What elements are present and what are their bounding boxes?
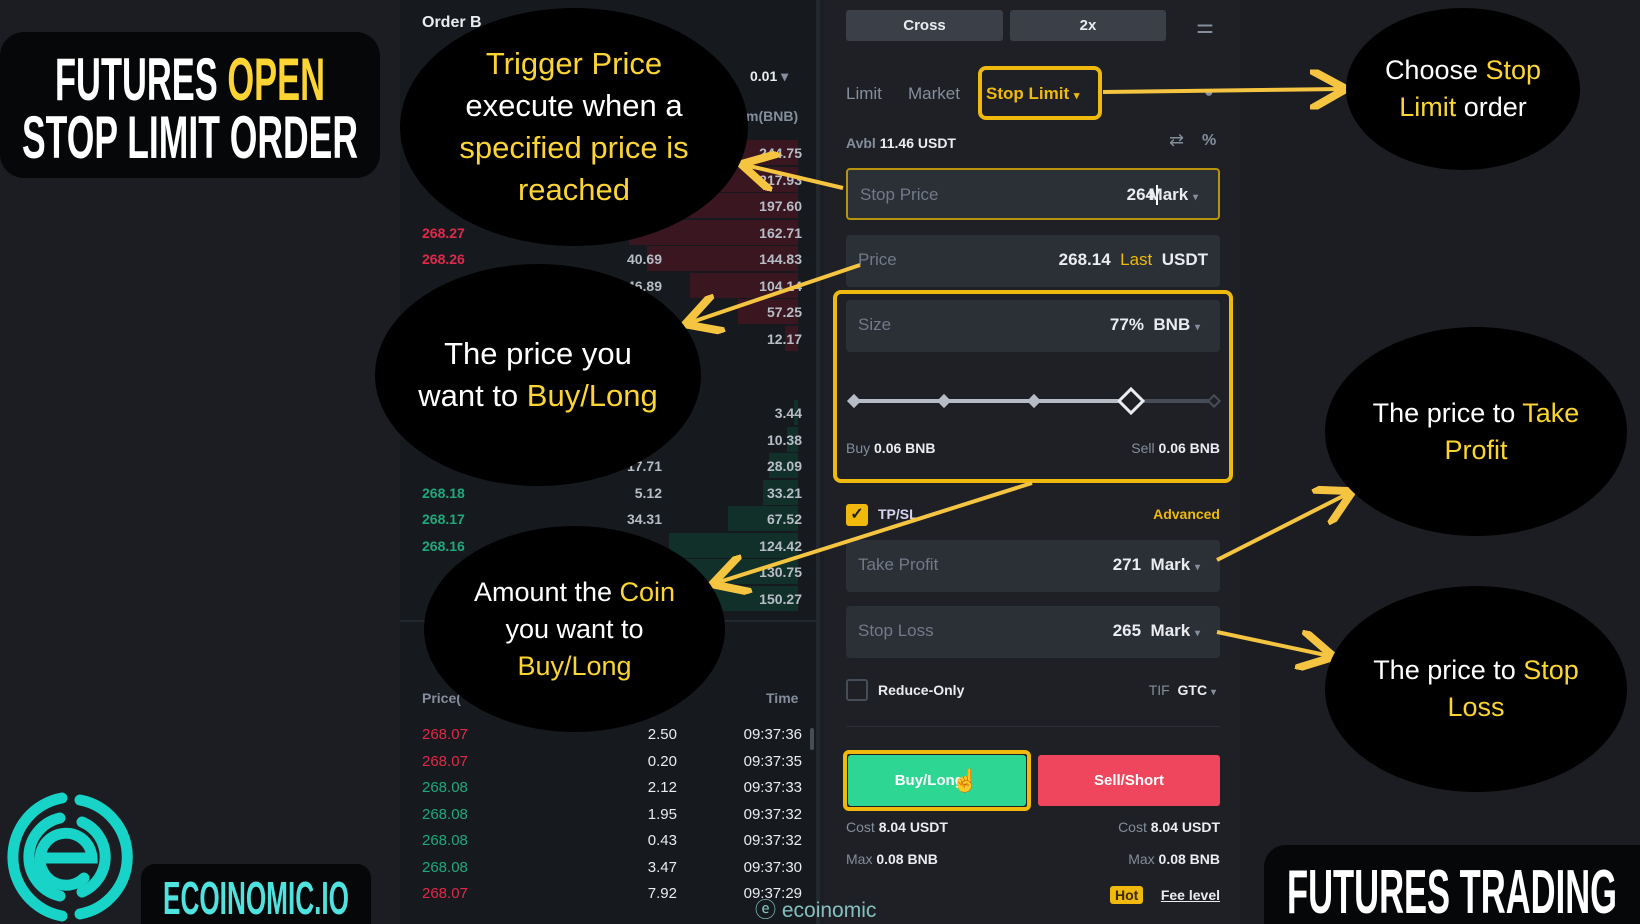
arrow-amount <box>716 481 1033 583</box>
callout-amount: Amount the Coin you want to Buy/Long <box>424 526 725 732</box>
callout-choose-stop-limit: Choose Stop Limit order <box>1346 8 1580 170</box>
ecoinomic-logo-icon <box>7 792 133 922</box>
callout-text: The price to <box>1373 655 1524 685</box>
callout-take-profit: The price to Take Profit <box>1325 327 1627 536</box>
arrow-stop-loss <box>1216 632 1330 656</box>
callout-text: execute when a <box>465 88 683 123</box>
callout-text: Take <box>1522 397 1580 428</box>
footer-text: FUTURES TRADING <box>1287 858 1617 924</box>
callout-text: Amount the <box>473 576 620 607</box>
callout-text: want to <box>418 378 527 413</box>
watermark-text: ecoinomic <box>781 899 877 922</box>
arrow-take-profit <box>1216 493 1349 562</box>
callout-text: Choose <box>1384 55 1486 85</box>
callout-text: Trigger Price <box>485 46 663 81</box>
callout-text: The price to <box>1372 397 1523 428</box>
arrow-price <box>689 263 861 323</box>
callout-trigger-price: Trigger Price execute when a specified p… <box>400 8 748 246</box>
callout-price: The price you want to Buy/Long <box>375 264 701 486</box>
callout-stop-loss: The price to Stop Loss <box>1325 586 1627 792</box>
callout-text: The price you <box>444 336 632 371</box>
callout-text: you want to <box>505 613 644 644</box>
callout-text: Loss <box>1447 692 1505 722</box>
callout-text: order <box>1456 92 1527 122</box>
arrow-trigger <box>745 165 844 188</box>
callout-text: specified price is <box>459 130 689 165</box>
brand-badge: ECOINOMIC.IO <box>141 864 371 924</box>
callout-text: Limit <box>1399 92 1457 122</box>
callout-text: Buy/Long <box>526 378 658 413</box>
arrow-stop-limit <box>1102 89 1342 92</box>
callout-text: Coin <box>619 576 676 607</box>
brand-name: ECOINOMIC.IO <box>163 872 349 924</box>
callout-text: Stop <box>1485 55 1542 85</box>
footer-badge: FUTURES TRADING <box>1264 845 1640 924</box>
callout-text: Stop <box>1523 655 1579 685</box>
watermark: ⓔ ecoinomic <box>755 894 876 924</box>
callout-text: Profit <box>1444 434 1508 465</box>
watermark-logo-icon: ⓔ <box>755 899 776 922</box>
callout-text: Buy/Long <box>517 650 632 681</box>
callout-text: reached <box>517 172 631 207</box>
